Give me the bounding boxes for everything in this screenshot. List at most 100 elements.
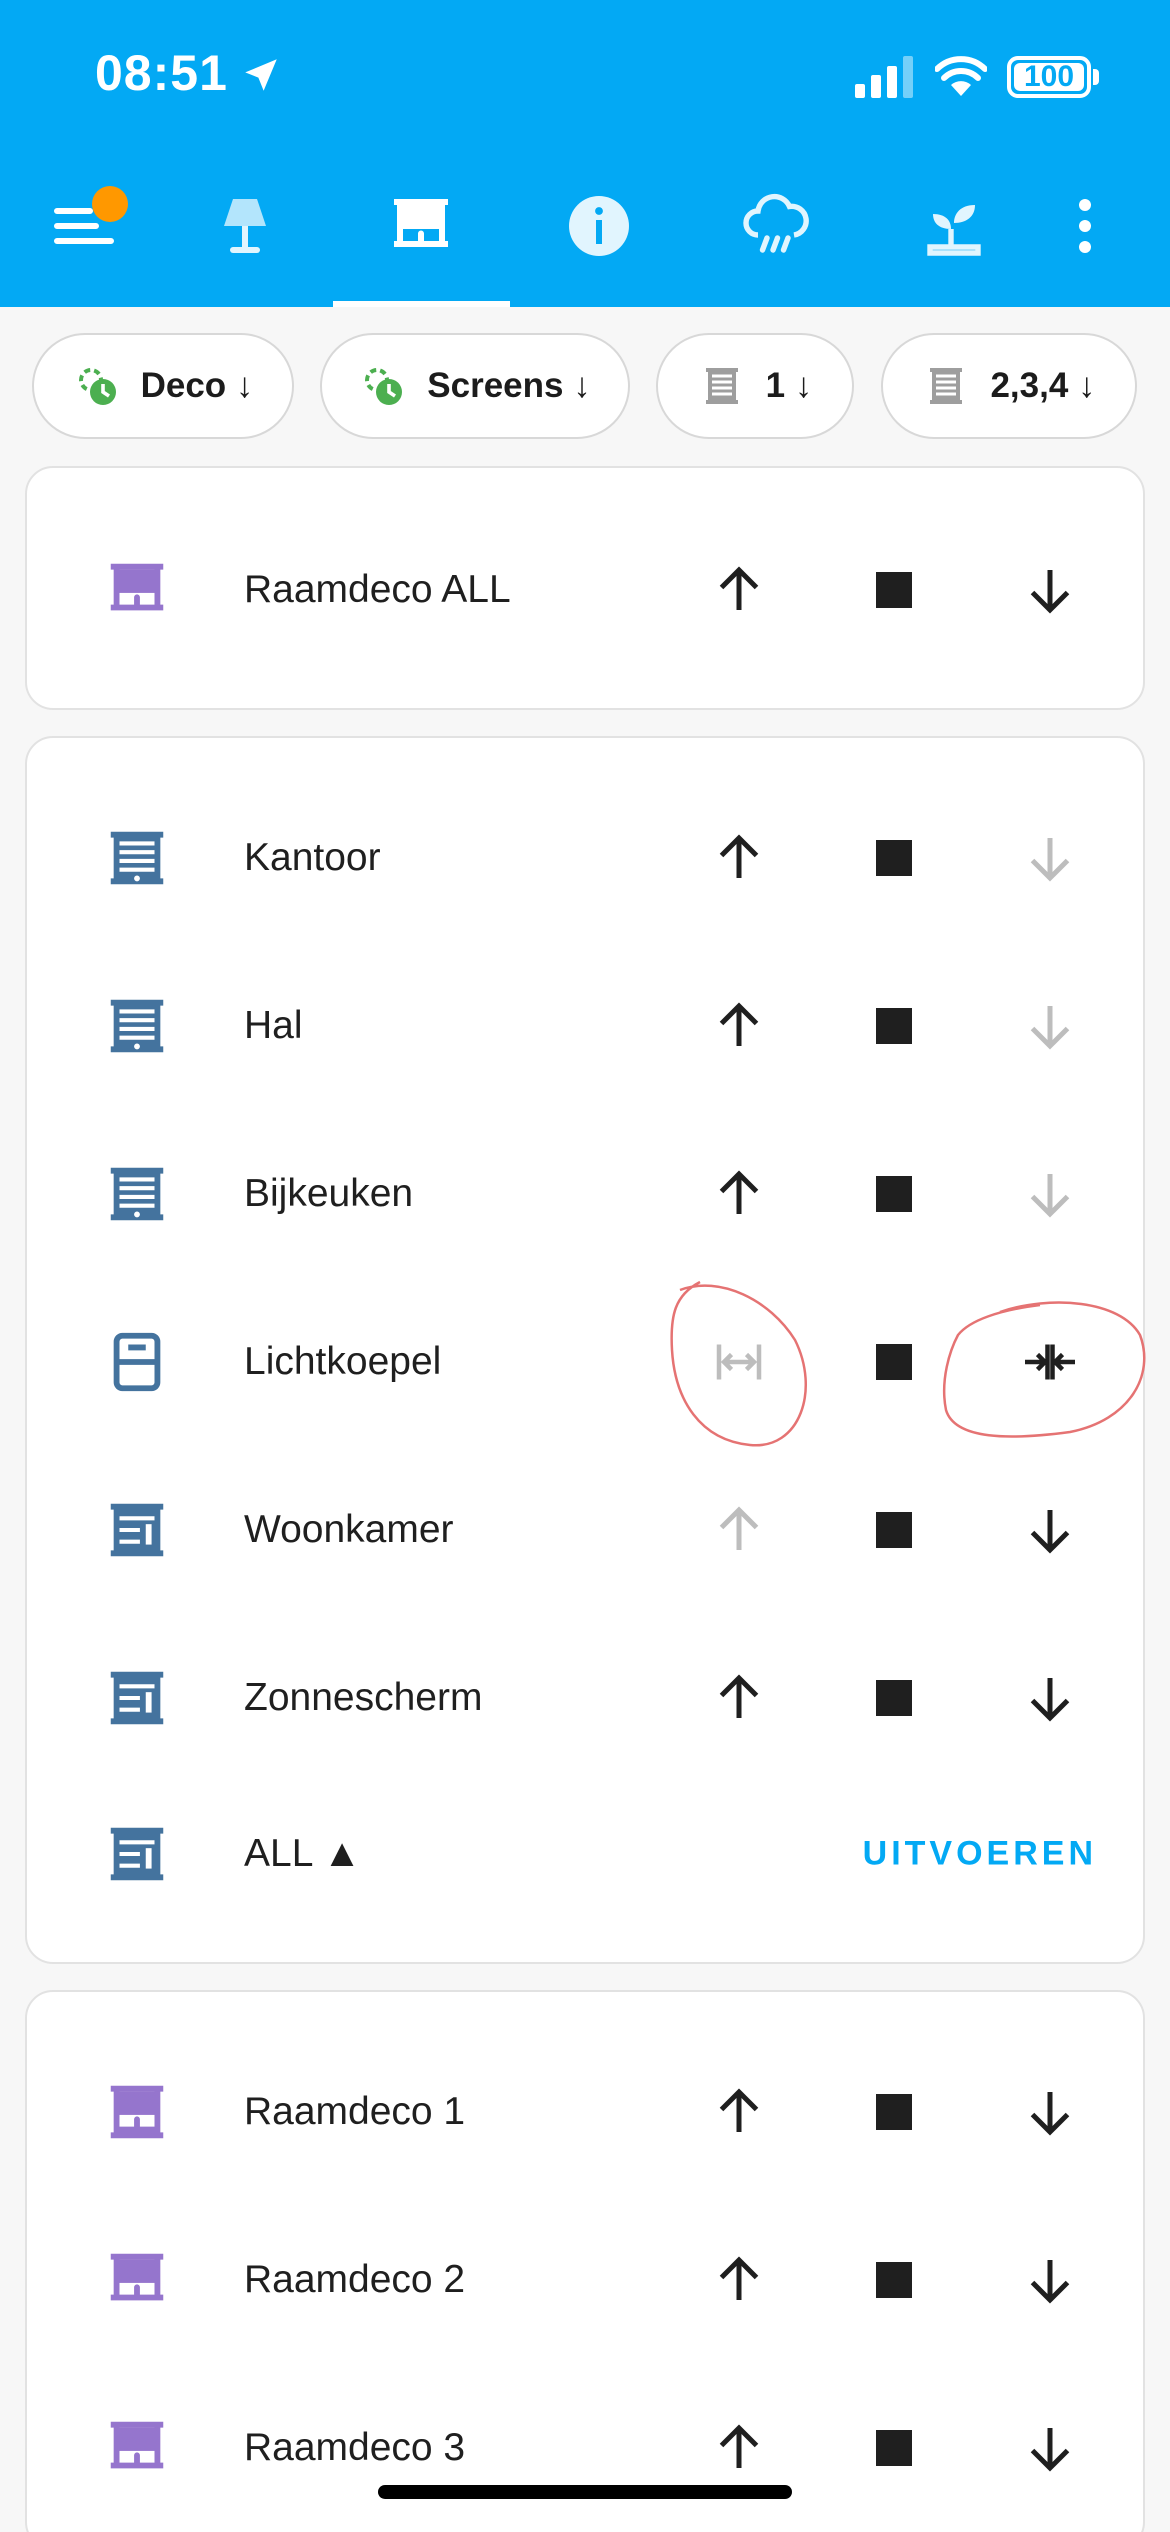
- open-button[interactable]: [691, 1482, 787, 1578]
- stop-icon: [876, 2262, 912, 2298]
- entity-name[interactable]: Woonkamer: [244, 1508, 454, 1552]
- tab-info[interactable]: [539, 170, 659, 307]
- overflow-menu-button[interactable]: [1025, 170, 1145, 307]
- cover-row: Hal: [27, 942, 1147, 1110]
- entity-name[interactable]: ALL ▲: [244, 1832, 361, 1876]
- cover-row: Raamdeco ALL: [27, 506, 1147, 674]
- close-button[interactable]: [1002, 1650, 1098, 1746]
- close-button[interactable]: [1002, 542, 1098, 638]
- open-button[interactable]: [691, 2232, 787, 2328]
- arrow-up-icon: [719, 2088, 759, 2132]
- blind-icon: [110, 999, 164, 1053]
- battery-indicator: 100: [1007, 56, 1091, 98]
- window-shutter-icon: [110, 1827, 164, 1881]
- close-button[interactable]: [1002, 2064, 1098, 2160]
- card-raamdeco-all: Raamdeco ALL: [25, 466, 1145, 710]
- close-button[interactable]: [1002, 1482, 1098, 1578]
- close-button[interactable]: [1002, 2400, 1098, 2496]
- close-horizontal-button[interactable]: [1002, 1314, 1098, 1410]
- tab-covers[interactable]: [361, 170, 481, 307]
- blind-icon: [930, 368, 963, 404]
- stop-button[interactable]: [846, 810, 942, 906]
- entity-name[interactable]: Lichtkoepel: [244, 1340, 441, 1384]
- notification-badge: [92, 186, 128, 222]
- close-button[interactable]: [1002, 810, 1098, 906]
- stop-button[interactable]: [846, 2400, 942, 2496]
- cover-row: Raamdeco 1: [27, 2028, 1147, 2196]
- arrow-down-icon: [1030, 1510, 1070, 1554]
- tab-garden[interactable]: [894, 170, 1014, 307]
- more-vertical-icon: [1079, 199, 1091, 253]
- cover-row: Raamdeco 2: [27, 2196, 1147, 2364]
- open-button[interactable]: [691, 1146, 787, 1242]
- stop-button[interactable]: [846, 1314, 942, 1410]
- skylight-icon: [113, 1332, 161, 1392]
- tab-lights[interactable]: [185, 170, 305, 307]
- entity-name[interactable]: Kantoor: [244, 836, 381, 880]
- stop-icon: [876, 1176, 912, 1212]
- blind-icon: [110, 1167, 164, 1221]
- tab-menu[interactable]: [24, 170, 144, 307]
- arrow-down-icon: [1030, 1006, 1070, 1050]
- stop-icon: [876, 2094, 912, 2130]
- cover-row: Bijkeuken: [27, 1110, 1147, 1278]
- chip-deco-down[interactable]: Deco ↓: [32, 333, 294, 439]
- cover-row: Kantoor: [27, 774, 1147, 942]
- stop-icon: [876, 1008, 912, 1044]
- status-time: 08:51: [95, 45, 228, 101]
- stop-button[interactable]: [846, 2232, 942, 2328]
- window-shade-icon: [110, 563, 164, 611]
- open-button[interactable]: [691, 2064, 787, 2160]
- chip-blind-234-down[interactable]: 2,3,4 ↓: [881, 333, 1137, 439]
- arrow-up-icon: [719, 1170, 759, 1214]
- open-button[interactable]: [691, 542, 787, 638]
- card-raamdeco: Raamdeco 1 Raamdeco 2 Raamdeco 3: [25, 1990, 1145, 2532]
- auto-schedule-icon: [78, 368, 116, 405]
- arrow-down-icon: [1030, 2092, 1070, 2136]
- card-screens: Kantoor Hal Bijkeuken Lichtkoepel Woonka…: [25, 736, 1145, 1964]
- active-tab-indicator: [333, 301, 510, 307]
- wifi-icon: [935, 56, 987, 96]
- open-button[interactable]: [691, 978, 787, 1074]
- entity-name[interactable]: Hal: [244, 1004, 303, 1048]
- stop-button[interactable]: [846, 1482, 942, 1578]
- blind-icon: [110, 831, 164, 885]
- stop-button[interactable]: [846, 1650, 942, 1746]
- arrow-up-icon: [719, 834, 759, 878]
- chip-label: Deco ↓: [140, 366, 254, 405]
- entity-name[interactable]: Raamdeco ALL: [244, 568, 511, 612]
- close-button[interactable]: [1002, 2232, 1098, 2328]
- arrow-collapse-horizontal-icon: [1025, 1344, 1075, 1380]
- entity-name[interactable]: Raamdeco 1: [244, 2090, 465, 2134]
- entity-name[interactable]: Bijkeuken: [244, 1172, 413, 1216]
- plant-icon: [927, 205, 981, 256]
- chip-screens-down[interactable]: Screens ↓: [320, 333, 630, 439]
- stop-button[interactable]: [846, 542, 942, 638]
- stop-button[interactable]: [846, 2064, 942, 2160]
- cellular-signal-icon: [855, 56, 913, 98]
- auto-schedule-icon: [365, 368, 403, 405]
- stop-icon: [876, 1344, 912, 1380]
- close-button[interactable]: [1002, 978, 1098, 1074]
- run-script-button[interactable]: UITVOEREN: [863, 1835, 1097, 1874]
- rain-cloud-icon: [743, 193, 809, 253]
- stop-button[interactable]: [846, 978, 942, 1074]
- open-button[interactable]: [691, 2400, 787, 2496]
- arrow-up-icon: [719, 566, 759, 610]
- entity-name[interactable]: Raamdeco 2: [244, 2258, 465, 2302]
- stop-icon: [876, 840, 912, 876]
- open-button[interactable]: [691, 810, 787, 906]
- chip-blind-1-down[interactable]: 1 ↓: [656, 333, 854, 439]
- entity-name[interactable]: Raamdeco 3: [244, 2426, 465, 2470]
- cover-row: Zonnescherm: [27, 1614, 1147, 1782]
- window-shade-icon: [110, 2421, 164, 2469]
- stop-button[interactable]: [846, 1146, 942, 1242]
- close-button[interactable]: [1002, 1146, 1098, 1242]
- entity-name[interactable]: Zonnescherm: [244, 1676, 482, 1720]
- open-horizontal-button[interactable]: [691, 1314, 787, 1410]
- window-shade-icon: [110, 2085, 164, 2139]
- home-indicator: [378, 2485, 792, 2499]
- open-button[interactable]: [691, 1650, 787, 1746]
- stop-icon: [876, 1512, 912, 1548]
- tab-weather[interactable]: [716, 170, 836, 307]
